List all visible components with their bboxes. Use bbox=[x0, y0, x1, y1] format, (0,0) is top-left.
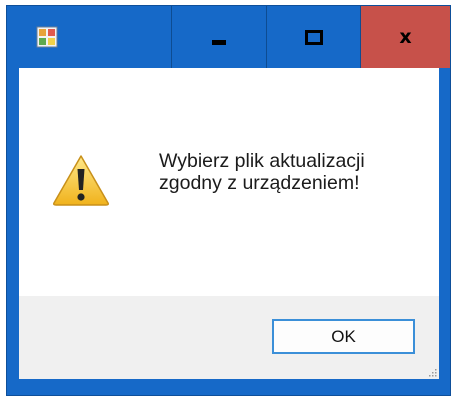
minimize-button[interactable] bbox=[171, 6, 267, 68]
resize-grip-icon[interactable] bbox=[427, 367, 437, 377]
dialog-body: Wybierz plik aktualizacji zgodny z urząd… bbox=[19, 68, 439, 379]
message-line-2: zgodny z urządzeniem! bbox=[159, 172, 360, 194]
minimize-icon bbox=[212, 39, 226, 45]
warning-icon bbox=[53, 155, 109, 206]
title-bar[interactable]: x bbox=[7, 6, 450, 68]
dialog-message: Wybierz plik aktualizacji zgodny z urząd… bbox=[159, 150, 429, 194]
message-line-1: Wybierz plik aktualizacji bbox=[159, 150, 365, 172]
maximize-button[interactable] bbox=[267, 6, 361, 68]
close-button[interactable]: x bbox=[361, 6, 450, 68]
message-dialog: x Wybierz plik aktualizacji zgodny z urz… bbox=[6, 5, 451, 396]
ok-button[interactable]: OK bbox=[272, 319, 415, 354]
close-icon: x bbox=[399, 26, 412, 48]
button-bar: OK bbox=[19, 296, 439, 379]
maximize-icon bbox=[304, 29, 323, 45]
app-icon bbox=[36, 26, 58, 48]
